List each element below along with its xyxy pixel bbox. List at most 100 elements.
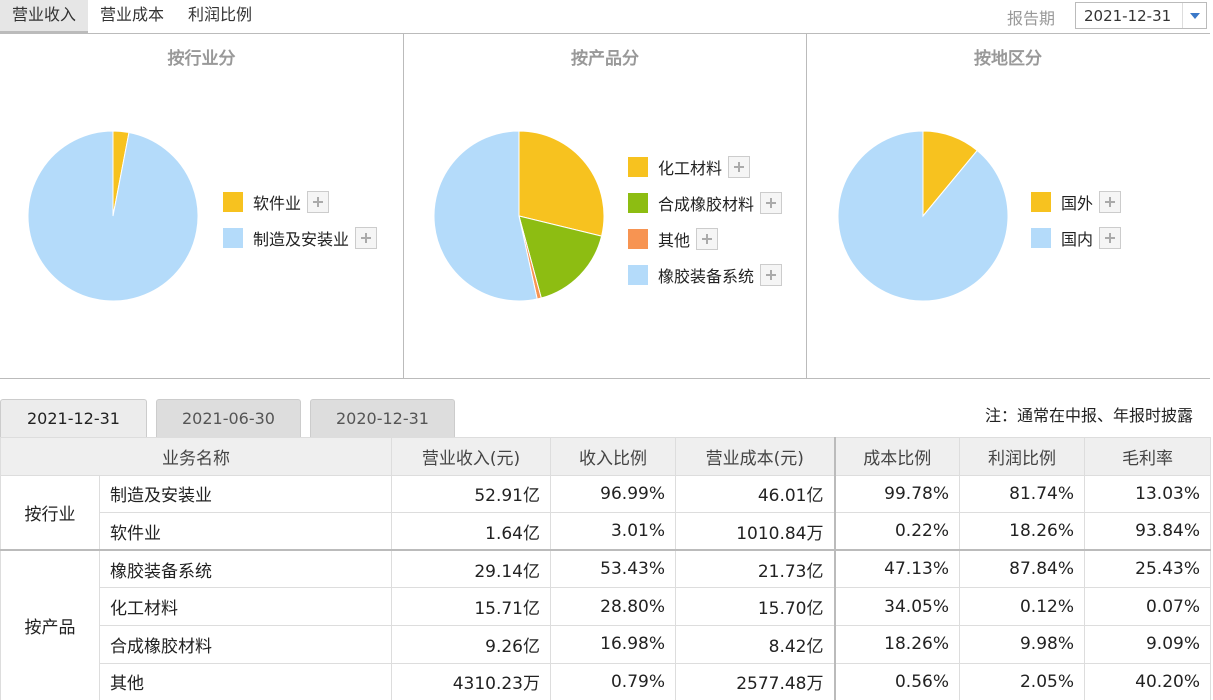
legend-swatch — [628, 193, 648, 213]
chart-title-industry: 按行业分 — [167, 49, 236, 69]
cell-cost: 46.01亿 — [675, 474, 835, 514]
legend-swatch — [223, 192, 243, 212]
legend-item[interactable]: 合成橡胶材料 — [628, 185, 783, 221]
top-tabs: 营业收入 营业成本 利润比例 — [0, 0, 264, 33]
table-row: 其他 4310.23万 0.79% 2577.48万 0.56% 2.05% 4… — [1, 662, 1211, 700]
legend-swatch — [628, 157, 648, 177]
header-business-name: 业务名称 — [0, 437, 392, 476]
cell-revenue: 1.64亿 — [391, 512, 551, 551]
disclosure-note: 注：通常在中报、年报时披露 — [985, 406, 1194, 425]
cell-profit-ratio: 18.26% — [959, 512, 1085, 551]
cell-cost: 21.73亿 — [675, 549, 835, 589]
cell-cost-ratio: 0.22% — [833, 512, 960, 551]
legend-item[interactable]: 国外 — [1031, 184, 1122, 220]
pie-chart-industry — [27, 130, 199, 302]
table-row: 软件业 1.64亿 3.01% 1010.84万 0.22% 18.26% 93… — [1, 512, 1211, 551]
pie-slice[interactable] — [837, 130, 1009, 302]
legend-swatch — [223, 228, 243, 248]
expand-plus-icon[interactable] — [1099, 191, 1122, 213]
legend-item[interactable]: 化工材料 — [628, 149, 782, 185]
legend-item[interactable]: 国内 — [1031, 220, 1122, 256]
legend-swatch — [1031, 228, 1051, 248]
cell-gross-margin: 93.84% — [1084, 512, 1211, 551]
pie-chart-product — [433, 130, 605, 302]
period-tab-2020-12-31[interactable]: 2020-12-31 — [310, 399, 455, 437]
cell-revenue: 29.14亿 — [391, 549, 551, 589]
legend-item[interactable]: 制造及安装业 — [223, 220, 378, 256]
legend-label: 化工材料 — [658, 159, 723, 178]
cell-gross-margin: 25.43% — [1084, 549, 1211, 589]
legend-label: 橡胶装备系统 — [658, 267, 755, 286]
cell-revenue: 4310.23万 — [391, 662, 551, 700]
chart-panel-industry: 按行业分 软件业制造及安装业 — [0, 34, 403, 378]
legend-swatch — [1031, 192, 1051, 212]
cell-name: 橡胶装备系统 — [99, 549, 392, 589]
cell-profit-ratio: 81.74% — [959, 474, 1085, 514]
cell-name: 其他 — [99, 662, 392, 700]
expand-plus-icon[interactable] — [728, 156, 751, 178]
cell-profit-ratio: 2.05% — [959, 662, 1085, 700]
pie-chart-region — [837, 130, 1009, 302]
cell-name: 合成橡胶材料 — [99, 624, 392, 664]
legend-industry: 软件业 制造及安装业 — [223, 184, 378, 256]
cell-revenue-ratio: 28.80% — [550, 587, 676, 626]
expand-plus-icon[interactable] — [696, 228, 719, 250]
legend-item[interactable]: 软件业 — [223, 184, 377, 220]
expand-plus-icon[interactable] — [760, 192, 783, 214]
legend-label: 国内 — [1061, 230, 1094, 249]
header-revenue-ratio: 收入比例 — [550, 437, 676, 476]
cell-profit-ratio: 87.84% — [959, 549, 1085, 589]
expand-plus-icon[interactable] — [1099, 227, 1122, 249]
cell-cost: 15.70亿 — [675, 587, 835, 626]
legend-item[interactable]: 其他 — [628, 221, 782, 257]
period-tab-2021-06-30[interactable]: 2021-06-30 — [156, 399, 301, 437]
cell-revenue-ratio: 16.98% — [550, 624, 676, 664]
header-cost-ratio: 成本比例 — [833, 437, 960, 476]
cell-revenue: 15.71亿 — [391, 587, 551, 626]
cell-cost-ratio: 99.78% — [833, 474, 960, 514]
table-header-row: 业务名称 营业收入(元) 收入比例 营业成本(元) 成本比例 利润比例 毛利率 — [0, 437, 1211, 476]
cell-cost-ratio: 18.26% — [833, 624, 960, 664]
cell-revenue-ratio: 53.43% — [550, 549, 676, 589]
tab-cost[interactable]: 营业成本 — [88, 0, 176, 33]
tab-profit-ratio[interactable]: 利润比例 — [176, 0, 264, 33]
cell-revenue: 9.26亿 — [391, 624, 551, 664]
legend-region: 国外 国内 — [1031, 184, 1122, 256]
period-tab-2021-12-31[interactable]: 2021-12-31 — [0, 399, 147, 437]
chart-panel-region: 按地区分 国外国内 — [806, 34, 1209, 378]
legend-product: 化工材料合成橡胶材料 其他橡胶装备系统 — [628, 149, 783, 293]
row-category: 按产品 — [0, 549, 100, 700]
cell-profit-ratio: 9.98% — [959, 624, 1085, 664]
table-row: 按产品 橡胶装备系统 29.14亿 53.43% 21.73亿 47.13% 8… — [0, 549, 1211, 700]
chart-title-product: 按产品分 — [571, 49, 639, 69]
header-revenue: 营业收入(元) — [391, 437, 551, 476]
tab-revenue[interactable]: 营业收入 — [0, 0, 89, 33]
cell-gross-margin: 9.09% — [1084, 624, 1211, 664]
charts-area: 按行业分 软件业制造及安装业 按产品分 化工材料合成橡胶材料 其他橡胶装备系统 按… — [0, 33, 1210, 379]
cell-name: 软件业 — [99, 512, 392, 551]
expand-plus-icon[interactable] — [355, 227, 378, 249]
cell-cost: 8.42亿 — [675, 624, 835, 664]
legend-label: 制造及安装业 — [253, 230, 350, 249]
period-tabs: 2021-12-31 2021-06-30 2020-12-31 — [0, 399, 464, 437]
dropdown-arrow-icon[interactable] — [1182, 3, 1206, 28]
expand-plus-icon[interactable] — [760, 264, 783, 286]
report-period-select[interactable]: 2021-12-31 — [1075, 2, 1207, 29]
cell-revenue-ratio: 0.79% — [550, 662, 676, 700]
cell-name: 制造及安装业 — [99, 474, 392, 514]
report-period-value: 2021-12-31 — [1084, 6, 1172, 25]
cell-gross-margin: 0.07% — [1084, 587, 1211, 626]
legend-label: 国外 — [1061, 194, 1094, 213]
legend-label: 软件业 — [253, 194, 302, 213]
chart-title-region: 按地区分 — [974, 49, 1042, 69]
table-row: 化工材料 15.71亿 28.80% 15.70亿 34.05% 0.12% 0… — [1, 587, 1211, 626]
report-period-label: 报告期 — [1007, 9, 1056, 28]
cell-revenue: 52.91亿 — [391, 474, 551, 514]
cell-gross-margin: 13.03% — [1084, 474, 1211, 514]
legend-item[interactable]: 橡胶装备系统 — [628, 257, 783, 293]
cell-name: 化工材料 — [99, 587, 392, 626]
pie-slice[interactable] — [27, 130, 199, 302]
cell-cost-ratio: 0.56% — [833, 662, 960, 700]
expand-plus-icon[interactable] — [307, 191, 330, 213]
cell-revenue-ratio: 96.99% — [550, 474, 676, 514]
